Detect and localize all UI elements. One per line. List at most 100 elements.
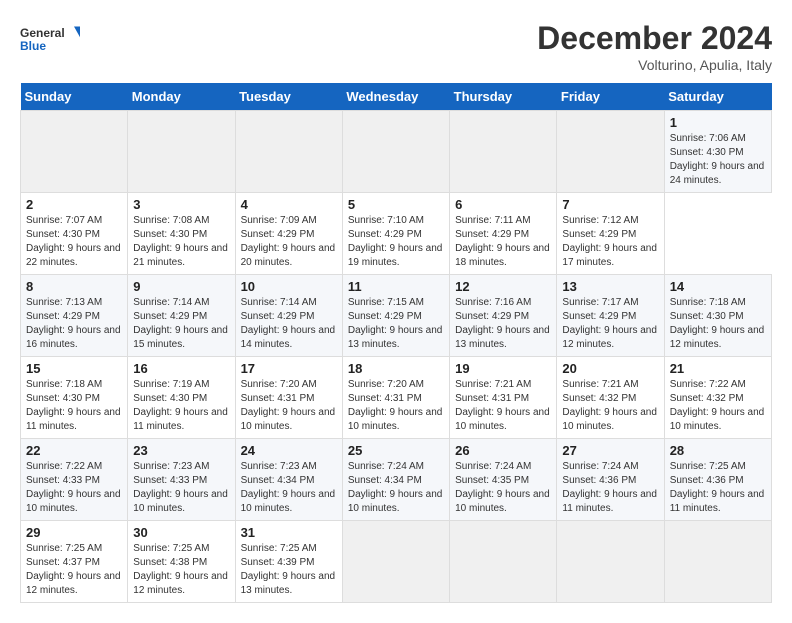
calendar-cell: 14 Sunrise: 7:18 AMSunset: 4:30 PMDayligh… [664, 275, 771, 357]
calendar-cell-empty [450, 111, 557, 193]
calendar-week-row: 22 Sunrise: 7:22 AMSunset: 4:33 PMDayligh… [21, 439, 772, 521]
day-number: 30 [133, 525, 229, 540]
day-number: 4 [241, 197, 337, 212]
day-info: Sunrise: 7:14 AMSunset: 4:29 PMDaylight:… [133, 296, 229, 352]
calendar-cell: 4 Sunrise: 7:09 AMSunset: 4:29 PMDaylight… [235, 193, 342, 275]
calendar-cell: 19 Sunrise: 7:21 AMSunset: 4:31 PMDayligh… [450, 357, 557, 439]
day-number: 5 [348, 197, 444, 212]
day-number: 20 [562, 361, 658, 376]
day-info: Sunrise: 7:22 AMSunset: 4:32 PMDaylight:… [670, 378, 766, 434]
day-info: Sunrise: 7:09 AMSunset: 4:29 PMDaylight:… [241, 214, 337, 270]
logo: General Blue [20, 20, 80, 60]
calendar-cell: 3 Sunrise: 7:08 AMSunset: 4:30 PMDaylight… [128, 193, 235, 275]
day-number: 14 [670, 279, 766, 294]
day-info: Sunrise: 7:22 AMSunset: 4:33 PMDaylight:… [26, 460, 122, 516]
calendar-cell: 2 Sunrise: 7:07 AMSunset: 4:30 PMDaylight… [21, 193, 128, 275]
day-info: Sunrise: 7:12 AMSunset: 4:29 PMDaylight:… [562, 214, 658, 270]
calendar-week-row: 15 Sunrise: 7:18 AMSunset: 4:30 PMDayligh… [21, 357, 772, 439]
day-info: Sunrise: 7:18 AMSunset: 4:30 PMDaylight:… [26, 378, 122, 434]
calendar-week-row: 1 Sunrise: 7:06 AMSunset: 4:30 PMDaylight… [21, 111, 772, 193]
weekday-header-cell: Monday [128, 83, 235, 111]
logo-svg: General Blue [20, 20, 80, 60]
weekday-header-cell: Wednesday [342, 83, 449, 111]
calendar-cell: 7 Sunrise: 7:12 AMSunset: 4:29 PMDaylight… [557, 193, 664, 275]
day-number: 19 [455, 361, 551, 376]
day-number: 6 [455, 197, 551, 212]
day-info: Sunrise: 7:16 AMSunset: 4:29 PMDaylight:… [455, 296, 551, 352]
calendar-cell: 31Sunrise: 7:25 AMSunset: 4:39 PMDayligh… [235, 521, 342, 603]
calendar-cell-empty [21, 111, 128, 193]
calendar-week-row: 29Sunrise: 7:25 AMSunset: 4:37 PMDayligh… [21, 521, 772, 603]
calendar-cell-empty [342, 521, 449, 603]
calendar-cell-empty [342, 111, 449, 193]
day-number: 16 [133, 361, 229, 376]
day-number: 8 [26, 279, 122, 294]
weekday-header-cell: Sunday [21, 83, 128, 111]
day-info: Sunrise: 7:23 AMSunset: 4:34 PMDaylight:… [241, 460, 337, 516]
day-number: 2 [26, 197, 122, 212]
day-info: Sunrise: 7:21 AMSunset: 4:32 PMDaylight:… [562, 378, 658, 434]
day-info: Sunrise: 7:25 AMSunset: 4:39 PMDaylight:… [241, 542, 337, 598]
calendar-cell: 6 Sunrise: 7:11 AMSunset: 4:29 PMDaylight… [450, 193, 557, 275]
calendar-cell: 29Sunrise: 7:25 AMSunset: 4:37 PMDayligh… [21, 521, 128, 603]
day-info: Sunrise: 7:08 AMSunset: 4:30 PMDaylight:… [133, 214, 229, 270]
svg-text:Blue: Blue [20, 39, 46, 53]
svg-text:General: General [20, 26, 65, 40]
day-info: Sunrise: 7:15 AMSunset: 4:29 PMDaylight:… [348, 296, 444, 352]
day-info: Sunrise: 7:25 AMSunset: 4:38 PMDaylight:… [133, 542, 229, 598]
weekday-header-cell: Thursday [450, 83, 557, 111]
calendar-cell: 11Sunrise: 7:15 AMSunset: 4:29 PMDayligh… [342, 275, 449, 357]
calendar-cell: 13 Sunrise: 7:17 AMSunset: 4:29 PMDayligh… [557, 275, 664, 357]
day-number: 15 [26, 361, 122, 376]
calendar-week-row: 8 Sunrise: 7:13 AMSunset: 4:29 PMDaylight… [21, 275, 772, 357]
calendar-cell: 18Sunrise: 7:20 AMSunset: 4:31 PMDayligh… [342, 357, 449, 439]
calendar-cell: 12 Sunrise: 7:16 AMSunset: 4:29 PMDayligh… [450, 275, 557, 357]
calendar-cell-empty [664, 521, 771, 603]
calendar-cell-empty [450, 521, 557, 603]
day-info: Sunrise: 7:07 AMSunset: 4:30 PMDaylight:… [26, 214, 122, 270]
calendar-cell: 8 Sunrise: 7:13 AMSunset: 4:29 PMDaylight… [21, 275, 128, 357]
calendar-cell: 17Sunrise: 7:20 AMSunset: 4:31 PMDayligh… [235, 357, 342, 439]
calendar-cell: 10Sunrise: 7:14 AMSunset: 4:29 PMDayligh… [235, 275, 342, 357]
title-area: December 2024 Volturino, Apulia, Italy [537, 20, 772, 73]
day-number: 23 [133, 443, 229, 458]
day-info: Sunrise: 7:11 AMSunset: 4:29 PMDaylight:… [455, 214, 551, 270]
calendar-cell-empty [557, 111, 664, 193]
day-info: Sunrise: 7:24 AMSunset: 4:35 PMDaylight:… [455, 460, 551, 516]
calendar-cell: 28Sunrise: 7:25 AMSunset: 4:36 PMDayligh… [664, 439, 771, 521]
day-info: Sunrise: 7:24 AMSunset: 4:36 PMDaylight:… [562, 460, 658, 516]
header: General Blue December 2024 Volturino, Ap… [20, 20, 772, 73]
calendar-cell: 9Sunrise: 7:14 AMSunset: 4:29 PMDaylight… [128, 275, 235, 357]
day-number: 1 [670, 115, 766, 130]
weekday-header-row: SundayMondayTuesdayWednesdayThursdayFrid… [21, 83, 772, 111]
calendar-cell-empty [557, 521, 664, 603]
day-info: Sunrise: 7:10 AMSunset: 4:29 PMDaylight:… [348, 214, 444, 270]
day-info: Sunrise: 7:06 AMSunset: 4:30 PMDaylight:… [670, 132, 766, 188]
calendar-table: SundayMondayTuesdayWednesdayThursdayFrid… [20, 83, 772, 603]
day-number: 22 [26, 443, 122, 458]
day-info: Sunrise: 7:18 AMSunset: 4:30 PMDaylight:… [670, 296, 766, 352]
day-info: Sunrise: 7:13 AMSunset: 4:29 PMDaylight:… [26, 296, 122, 352]
day-info: Sunrise: 7:21 AMSunset: 4:31 PMDaylight:… [455, 378, 551, 434]
calendar-cell: 27Sunrise: 7:24 AMSunset: 4:36 PMDayligh… [557, 439, 664, 521]
day-info: Sunrise: 7:20 AMSunset: 4:31 PMDaylight:… [348, 378, 444, 434]
day-number: 21 [670, 361, 766, 376]
day-number: 25 [348, 443, 444, 458]
day-info: Sunrise: 7:17 AMSunset: 4:29 PMDaylight:… [562, 296, 658, 352]
day-number: 28 [670, 443, 766, 458]
calendar-cell-empty [128, 111, 235, 193]
day-number: 26 [455, 443, 551, 458]
day-number: 7 [562, 197, 658, 212]
day-number: 12 [455, 279, 551, 294]
calendar-cell: 24Sunrise: 7:23 AMSunset: 4:34 PMDayligh… [235, 439, 342, 521]
day-number: 13 [562, 279, 658, 294]
day-number: 29 [26, 525, 122, 540]
calendar-cell: 30 Sunrise: 7:25 AMSunset: 4:38 PMDayligh… [128, 521, 235, 603]
day-info: Sunrise: 7:24 AMSunset: 4:34 PMDaylight:… [348, 460, 444, 516]
calendar-cell: 15 Sunrise: 7:18 AMSunset: 4:30 PMDayligh… [21, 357, 128, 439]
day-number: 3 [133, 197, 229, 212]
calendar-cell: 25 Sunrise: 7:24 AMSunset: 4:34 PMDayligh… [342, 439, 449, 521]
main-title: December 2024 [537, 20, 772, 57]
calendar-cell: 16Sunrise: 7:19 AMSunset: 4:30 PMDayligh… [128, 357, 235, 439]
weekday-header-cell: Friday [557, 83, 664, 111]
